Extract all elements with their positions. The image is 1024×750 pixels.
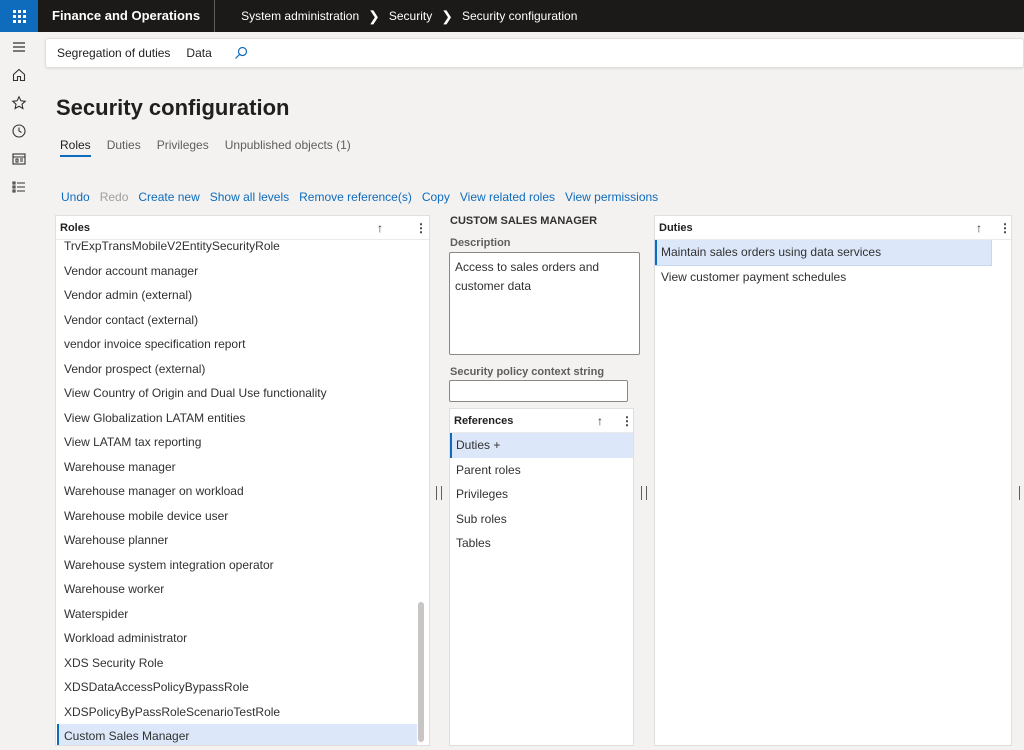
list-item[interactable]: Vendor account manager xyxy=(57,259,417,284)
tab-unpublished-objects[interactable]: Unpublished objects (1) xyxy=(225,138,351,157)
list-item[interactable]: Warehouse manager on workload xyxy=(57,479,417,504)
action-pane: Segregation of duties Data xyxy=(45,38,1024,68)
remove-references-button[interactable]: Remove reference(s) xyxy=(299,190,412,204)
tab-roles[interactable]: Roles xyxy=(60,138,91,157)
chevron-right-icon: ❯ xyxy=(368,7,380,24)
reference-item-duties[interactable]: Duties + xyxy=(450,433,633,458)
menu-icon[interactable] xyxy=(0,33,38,61)
list-item[interactable]: Vendor prospect (external) xyxy=(57,357,417,382)
tab-strip: Roles Duties Privileges Unpublished obje… xyxy=(60,138,367,157)
list-item[interactable]: Warehouse planner xyxy=(57,528,417,553)
app-name[interactable]: Finance and Operations xyxy=(38,0,216,32)
app-launcher-icon[interactable] xyxy=(0,0,38,32)
workspaces-icon[interactable] xyxy=(0,145,38,173)
references-header-label: References xyxy=(454,414,514,427)
roles-list: TrvExpTransMobileV2EntitySecurityRole Ve… xyxy=(57,240,417,745)
list-item[interactable]: View LATAM tax reporting xyxy=(57,430,417,455)
list-item-selected[interactable]: Custom Sales Manager xyxy=(57,724,417,745)
copy-button[interactable]: Copy xyxy=(422,190,450,204)
list-item[interactable]: Warehouse manager xyxy=(57,455,417,480)
roles-column-header[interactable]: Roles ↑ ⋮ xyxy=(56,216,429,240)
list-item[interactable]: XDS Security Role xyxy=(57,651,417,676)
reference-item-parent-roles[interactable]: Parent roles xyxy=(450,458,633,483)
resize-splitter-handle[interactable] xyxy=(1019,486,1024,500)
role-detail-title: CUSTOM SALES MANAGER xyxy=(450,215,598,227)
reference-item-sub-roles[interactable]: Sub roles xyxy=(450,507,633,532)
search-icon[interactable] xyxy=(234,46,248,60)
resize-splitter-handle[interactable] xyxy=(641,486,647,500)
navigation-rail xyxy=(0,32,38,750)
list-item[interactable]: Warehouse system integration operator xyxy=(57,553,417,578)
list-item[interactable]: Warehouse mobile device user xyxy=(57,504,417,529)
data-menu[interactable]: Data xyxy=(178,46,219,60)
description-field[interactable]: Access to sales orders and customer data xyxy=(449,252,640,355)
sort-ascending-icon[interactable]: ↑ xyxy=(976,221,982,235)
list-item[interactable]: XDSDataAccessPolicyBypassRole xyxy=(57,675,417,700)
view-permissions-button[interactable]: View permissions xyxy=(565,190,658,204)
duties-column-header[interactable]: Duties ↑ ⋮ xyxy=(655,216,1011,240)
favorites-star-icon[interactable] xyxy=(0,89,38,117)
top-bar: Finance and Operations System administra… xyxy=(0,0,1024,32)
resize-splitter-handle[interactable] xyxy=(436,486,442,500)
roles-scrollbar[interactable] xyxy=(418,602,424,742)
list-item[interactable]: vendor invoice specification report xyxy=(57,332,417,357)
roles-grid: Roles ↑ ⋮ TrvExpTransMobileV2EntitySecur… xyxy=(55,215,430,746)
show-all-levels-button[interactable]: Show all levels xyxy=(210,190,289,204)
duties-header-label: Duties xyxy=(659,221,693,234)
duties-grid: Duties ↑ ⋮ Maintain sales orders using d… xyxy=(654,215,1012,746)
more-options-icon[interactable]: ⋮ xyxy=(621,414,633,428)
reference-item-privileges[interactable]: Privileges xyxy=(450,482,633,507)
description-label: Description xyxy=(450,237,511,249)
breadcrumb-item[interactable]: Security xyxy=(389,9,432,23)
more-options-icon[interactable]: ⋮ xyxy=(415,221,427,235)
breadcrumb-item[interactable]: Security configuration xyxy=(462,9,577,23)
context-string-label: Security policy context string xyxy=(450,366,605,378)
list-item[interactable]: Workload administrator xyxy=(57,626,417,651)
list-item[interactable]: Vendor admin (external) xyxy=(57,283,417,308)
recent-clock-icon[interactable] xyxy=(0,117,38,145)
list-item[interactable]: Warehouse worker xyxy=(57,577,417,602)
reference-item-tables[interactable]: Tables xyxy=(450,531,633,556)
sort-ascending-icon[interactable]: ↑ xyxy=(597,414,603,428)
breadcrumb-item[interactable]: System administration xyxy=(241,9,359,23)
references-grid: References ↑ ⋮ Duties + Parent roles Pri… xyxy=(449,408,634,746)
redo-button[interactable]: Redo xyxy=(100,190,129,204)
references-column-header[interactable]: References ↑ ⋮ xyxy=(450,409,633,433)
create-new-button[interactable]: Create new xyxy=(138,190,199,204)
modules-list-icon[interactable] xyxy=(0,173,38,201)
more-options-icon[interactable]: ⋮ xyxy=(999,221,1011,235)
list-item[interactable]: XDSPolicyByPassRoleScenarioTestRole xyxy=(57,700,417,725)
list-item[interactable]: View Globalization LATAM entities xyxy=(57,406,417,431)
sort-ascending-icon[interactable]: ↑ xyxy=(377,221,383,235)
tab-duties[interactable]: Duties xyxy=(107,138,141,157)
tab-privileges[interactable]: Privileges xyxy=(157,138,209,157)
undo-button[interactable]: Undo xyxy=(61,190,90,204)
list-item[interactable]: View Country of Origin and Dual Use func… xyxy=(57,381,417,406)
list-item[interactable]: Waterspider xyxy=(57,602,417,627)
breadcrumb: System administration ❯ Security ❯ Secur… xyxy=(215,8,577,25)
page-title: Security configuration xyxy=(56,95,290,120)
toolbar: Undo Redo Create new Show all levels Rem… xyxy=(61,190,668,204)
roles-header-label: Roles xyxy=(60,221,90,234)
duty-item-selected[interactable]: Maintain sales orders using data service… xyxy=(654,239,992,266)
context-string-input[interactable] xyxy=(449,380,628,402)
duty-item[interactable]: View customer payment schedules xyxy=(655,265,1011,290)
chevron-right-icon: ❯ xyxy=(441,7,453,24)
view-related-roles-button[interactable]: View related roles xyxy=(460,190,555,204)
list-item[interactable]: TrvExpTransMobileV2EntitySecurityRole xyxy=(57,240,417,259)
list-item[interactable]: Vendor contact (external) xyxy=(57,308,417,333)
segregation-of-duties-menu[interactable]: Segregation of duties xyxy=(46,46,178,60)
home-icon[interactable] xyxy=(0,61,38,89)
